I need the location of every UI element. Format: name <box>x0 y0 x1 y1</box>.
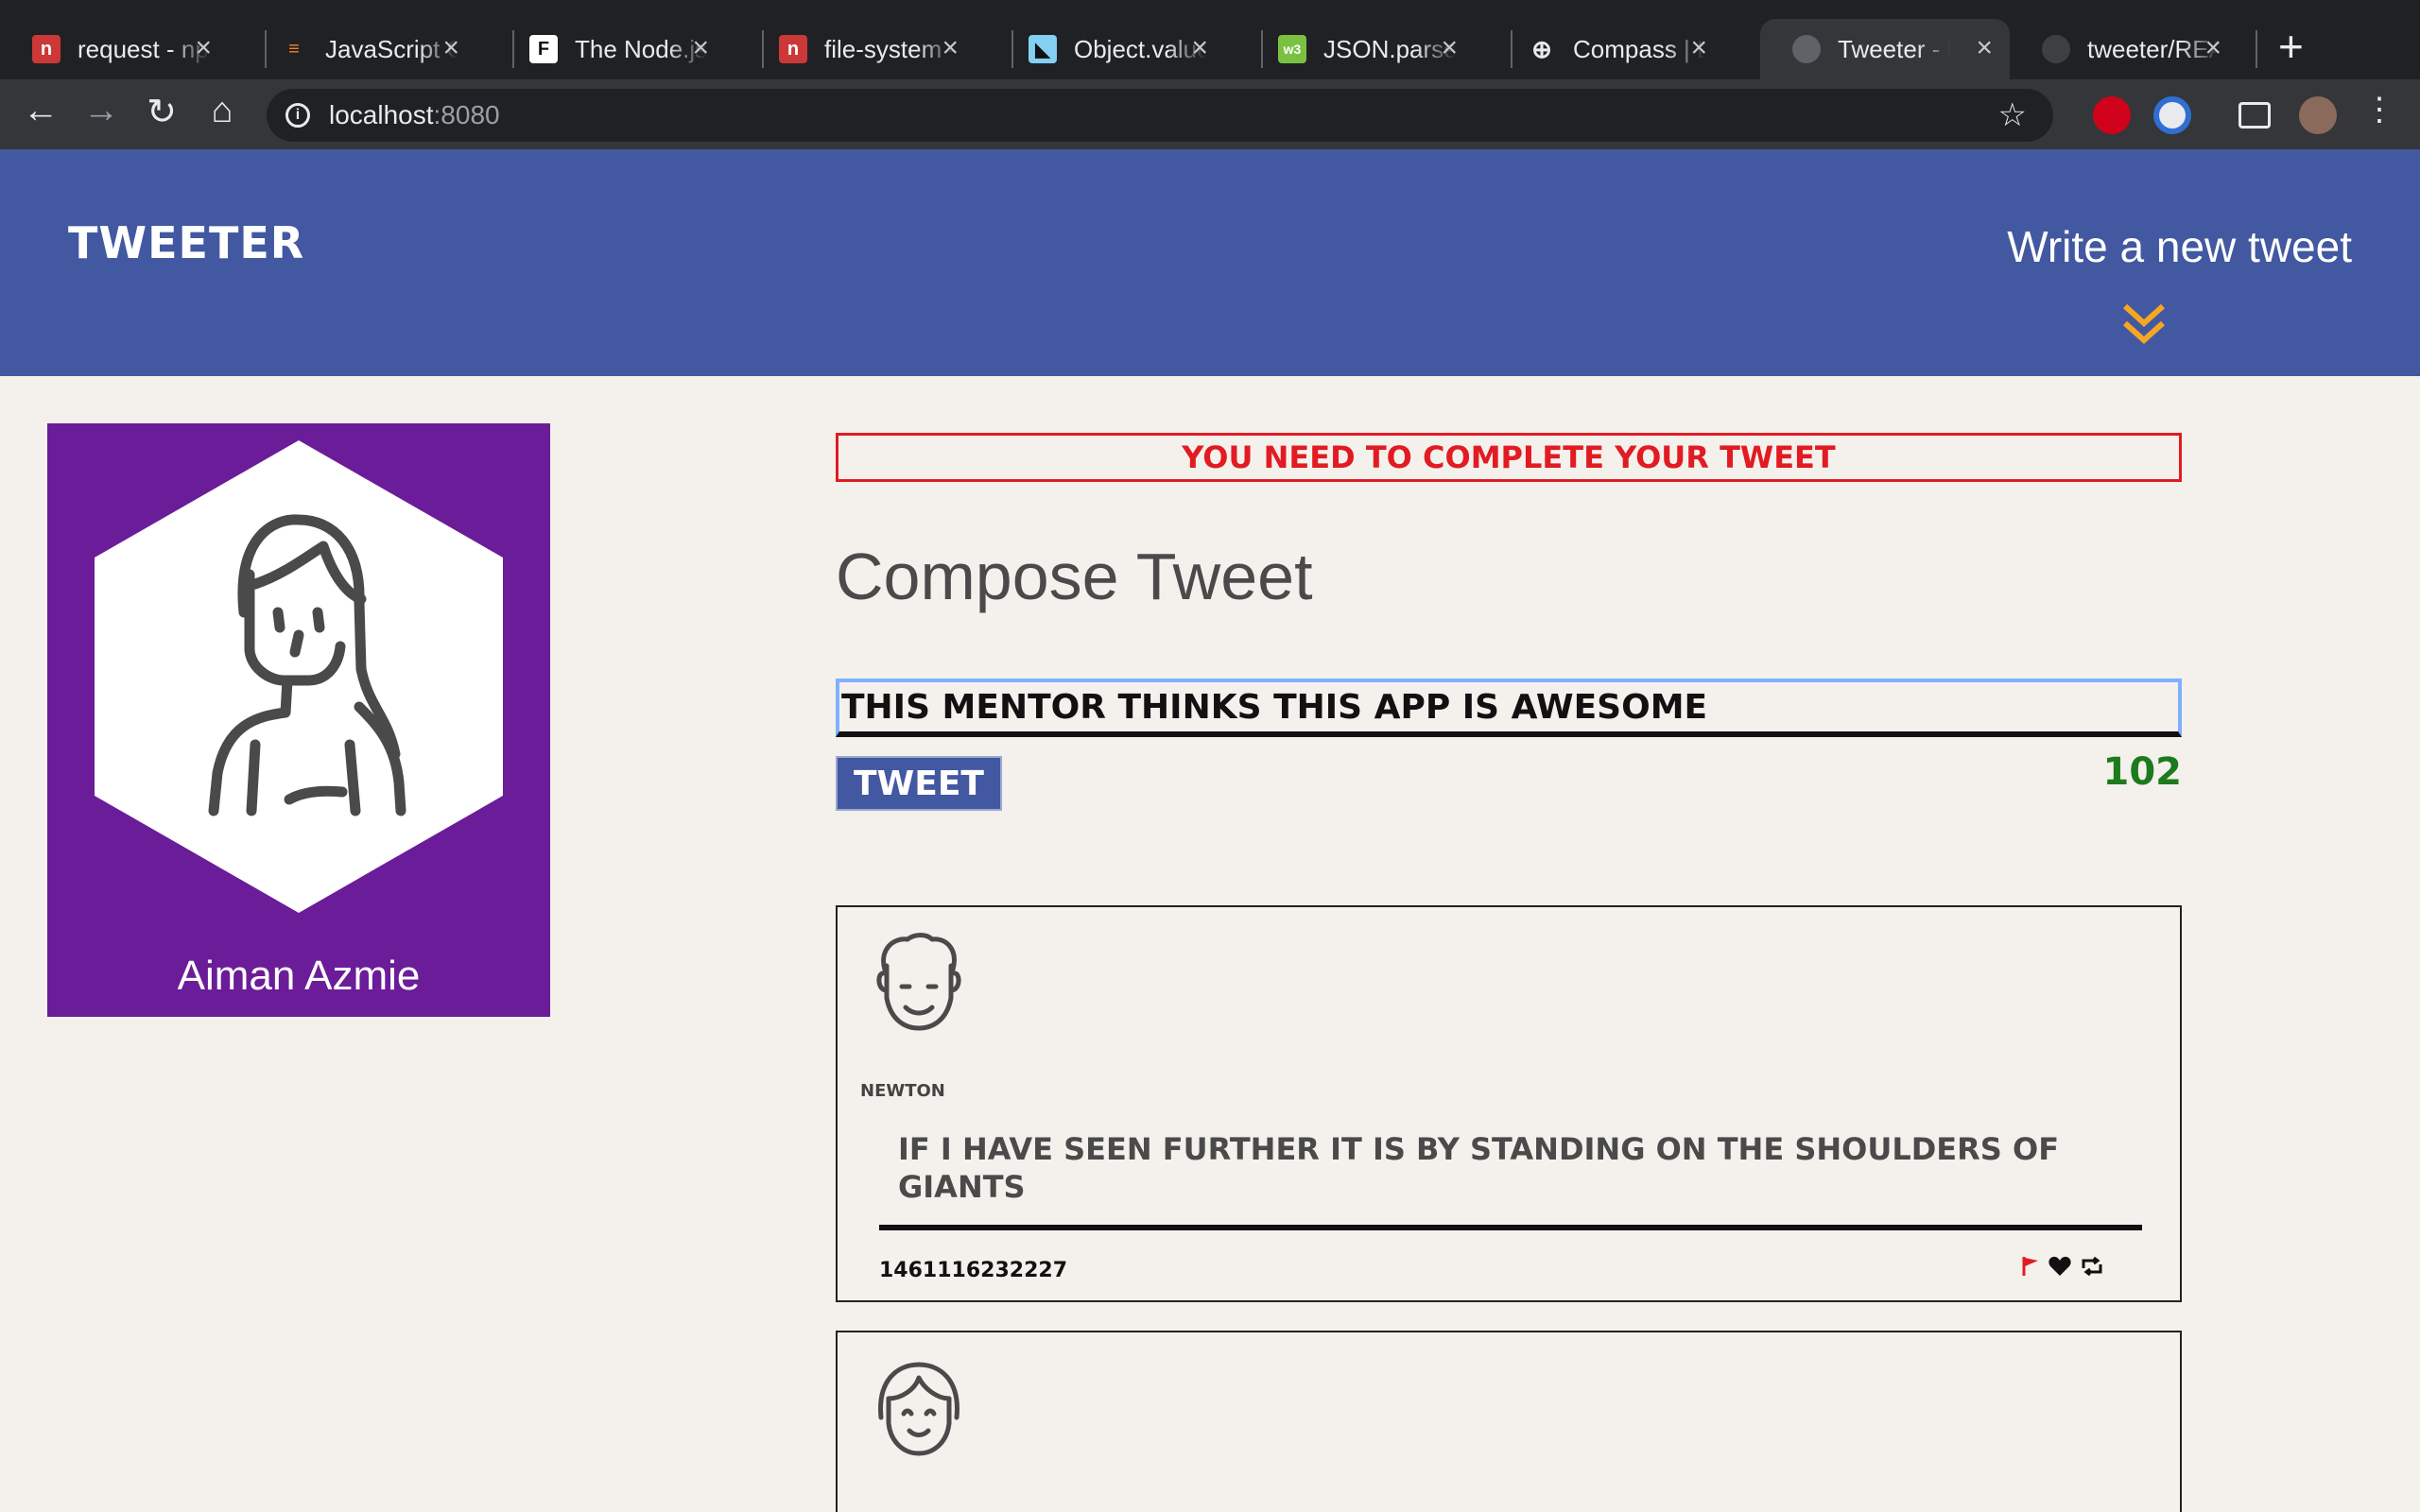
browser-toolbar: ← → ↻ ⌂ i localhost:8080 ☆ ⋮ <box>0 79 2420 149</box>
close-icon[interactable]: × <box>692 32 709 64</box>
profile-name: Aiman Azmie <box>177 953 421 999</box>
home-icon[interactable]: ⌂ <box>199 91 246 131</box>
flag-icon[interactable] <box>2021 1255 2040 1278</box>
f-icon: F <box>529 35 558 63</box>
tweet-author-handle[interactable]: NEWTON <box>860 1081 945 1101</box>
globe-icon <box>1792 35 1821 63</box>
tweet-body: IF I HAVE SEEN FURTHER IT IS BY STANDING… <box>898 1131 2060 1205</box>
tab-label: JSON.parse <box>1323 34 1456 63</box>
mdn-icon: ◣ <box>1028 35 1057 63</box>
app-header: TWEETER Write a new tweet <box>0 149 2420 376</box>
tweet-text-input[interactable] <box>836 679 2182 737</box>
reload-icon[interactable]: ↻ <box>138 91 185 133</box>
compose-title: Compose Tweet <box>836 540 1313 613</box>
browser-tab[interactable]: ≡ JavaScript Closures × <box>248 19 476 79</box>
adblock-extension-icon[interactable] <box>2093 96 2131 134</box>
github-icon <box>2042 35 2070 63</box>
close-icon[interactable]: × <box>942 32 959 64</box>
npm-icon: n <box>32 35 60 63</box>
character-counter: 102 <box>2102 750 2183 794</box>
browser-tab[interactable]: ◣ Object.values × <box>996 19 1225 79</box>
user-avatar-icon <box>878 1362 959 1456</box>
tweet-card <box>836 1331 2182 1512</box>
forward-arrow-icon[interactable]: → <box>78 91 125 131</box>
tab-label: Object.values <box>1074 34 1206 63</box>
profile-avatar <box>95 440 503 913</box>
error-message: YOU NEED TO COMPLETE YOUR TWEET <box>836 433 2182 482</box>
retweet-icon[interactable] <box>2080 1255 2104 1278</box>
close-icon[interactable]: × <box>1441 32 1458 64</box>
browser-tab[interactable]: tweeter/README × <box>2010 19 2238 79</box>
browser-tab[interactable]: n file-system - npm × <box>747 19 976 79</box>
tab-separator <box>2256 30 2257 68</box>
browser-tab[interactable]: n request - npm × <box>0 19 229 79</box>
url-port: :8080 <box>433 100 500 129</box>
user-profile-card: Aiman Azmie <box>47 423 550 1017</box>
extension-icon[interactable] <box>2153 96 2191 134</box>
tab-label: Tweeter - Home <box>1838 34 1951 63</box>
npm-icon: n <box>779 35 807 63</box>
tab-label: request - npm <box>78 34 210 63</box>
tab-label: file-system - npm <box>824 34 957 63</box>
tweet-submit-button[interactable]: TWEET <box>836 756 1002 811</box>
tweet-divider <box>879 1225 2142 1230</box>
close-icon[interactable]: × <box>442 32 459 64</box>
address-bar[interactable]: i localhost:8080 ☆ <box>267 89 2053 142</box>
w3-icon: w3 <box>1278 35 1306 63</box>
tweet-actions <box>2021 1255 2104 1278</box>
close-icon[interactable]: × <box>1976 32 1993 64</box>
browser-tab[interactable]: F The Node.js × <box>497 19 726 79</box>
back-arrow-icon[interactable]: ← <box>17 91 64 131</box>
write-new-tweet-link[interactable]: Write a new tweet <box>2007 221 2352 272</box>
close-icon[interactable]: × <box>1191 32 1208 64</box>
tab-label: tweeter/README <box>2087 34 2220 63</box>
browser-tab-active[interactable]: Tweeter - Home × <box>1760 19 2010 79</box>
stackoverflow-icon: ≡ <box>288 38 300 60</box>
compass-icon: ⊕ <box>1531 34 1552 63</box>
url-host: localhost <box>329 100 434 129</box>
profile-avatar-icon[interactable] <box>2299 96 2337 134</box>
bookmark-star-icon[interactable]: ☆ <box>1998 96 2027 134</box>
brand-logo[interactable]: TWEETER <box>68 217 304 268</box>
tweet-timestamp: 1461116232227 <box>879 1259 1067 1282</box>
browser-tab-strip: n request - npm × ≡ JavaScript Closures … <box>0 0 2420 79</box>
close-icon[interactable]: × <box>2204 32 2221 64</box>
kebab-menu-icon[interactable]: ⋮ <box>2356 91 2403 129</box>
tab-label: JavaScript Closures <box>325 34 458 63</box>
cast-icon[interactable] <box>2238 102 2271 129</box>
close-icon[interactable]: × <box>195 32 212 64</box>
close-icon[interactable]: × <box>1690 32 1707 64</box>
info-icon[interactable]: i <box>285 103 310 128</box>
new-tab-button[interactable]: + <box>2278 21 2304 72</box>
newton-avatar-icon <box>876 933 961 1031</box>
double-chevron-down-icon[interactable] <box>2121 301 2167 346</box>
tab-label: The Node.js <box>575 34 707 63</box>
browser-tab[interactable]: ⊕ Compass | Lighthouse × <box>1495 19 1724 79</box>
browser-tab[interactable]: w3 JSON.parse × <box>1246 19 1475 79</box>
tweet-card: NEWTON IF I HAVE SEEN FURTHER IT IS BY S… <box>836 905 2182 1302</box>
tab-label: Compass | Lighthouse <box>1573 34 1705 63</box>
heart-icon[interactable] <box>2048 1255 2072 1278</box>
